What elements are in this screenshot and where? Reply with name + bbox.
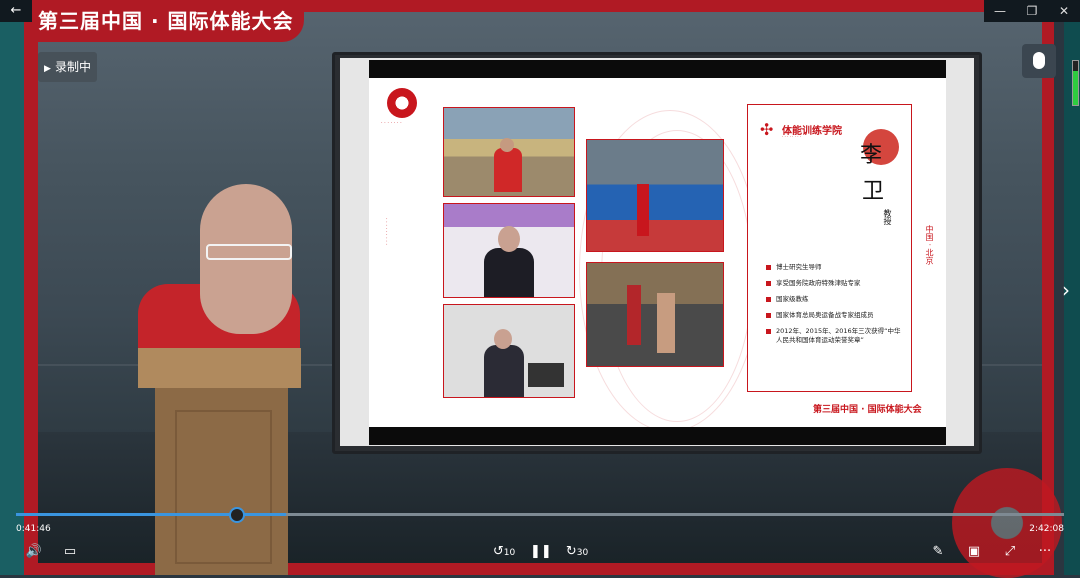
speaker-credentials: 博士研究生导师 享受国务院政府特殊津贴专家 国家级教练 国家体育总局奥运备战专家…	[766, 263, 904, 352]
left-background-strip	[0, 22, 24, 575]
photo-lecture-laptop	[443, 304, 575, 398]
miniview-icon[interactable]: ▣	[964, 542, 984, 562]
rewind-seconds: 10	[503, 548, 516, 558]
photo-strength-training	[586, 262, 724, 367]
back-button[interactable]: ←	[0, 0, 32, 22]
university-logo-icon	[387, 88, 417, 118]
university-logo-text: · · · · · · ·	[381, 120, 402, 126]
school-logo-icon: ✣	[760, 120, 774, 139]
podium-top	[138, 348, 301, 388]
seek-bar[interactable]	[16, 513, 1064, 516]
recording-label: 录制中	[54, 60, 91, 74]
presentation-slide: · · · · · · · · · · · · · · · · ✣ 体能训练学院…	[369, 78, 946, 427]
credential-item: 博士研究生导师	[766, 263, 904, 272]
pause-button[interactable]: ❚❚	[530, 542, 552, 562]
microphone-icon	[1033, 52, 1045, 69]
speaker-info-card: ✣ 体能训练学院 · · · · · · · · 李 卫 教授 中国 · 北京 …	[747, 104, 934, 392]
more-options-icon[interactable]: ···	[1034, 542, 1056, 562]
slide-letterbox-bottom	[369, 427, 946, 445]
fullscreen-icon[interactable]: ⤢	[1000, 542, 1020, 562]
minimize-button[interactable]: —	[984, 0, 1016, 22]
restore-button[interactable]: ❐	[1016, 0, 1048, 22]
speaker-name-first: 李	[860, 143, 883, 168]
photo-speaking-mic	[443, 203, 575, 298]
credential-item: 国家体育总局奥运备战专家组成员	[766, 311, 904, 320]
seek-handle[interactable]	[229, 507, 245, 523]
next-chevron-icon[interactable]: ›	[1062, 278, 1070, 302]
speaker-location: 中国 · 北京	[925, 225, 934, 265]
podium	[155, 388, 288, 575]
recording-badge: ▶ 录制中	[38, 52, 97, 82]
rewind-button[interactable]: ↺10	[492, 542, 516, 562]
credential-item: 国家级教练	[766, 295, 904, 304]
photo-sports-hall	[443, 107, 575, 197]
current-time: 0:41:46	[16, 524, 51, 534]
credential-item: 享受国务院政府特殊津贴专家	[766, 279, 904, 288]
play-triangle-icon: ▶	[44, 64, 51, 74]
school-subtitle: · · · · · · · ·	[782, 134, 802, 139]
slide-footer-title: 第三届中国 · 国际体能大会	[813, 405, 922, 415]
window-controls: — ❐ ✕	[984, 0, 1080, 22]
credential-item: 2012年、2015年、2016年三次获得“中华人民共和国体育运动荣誉奖章”	[766, 327, 904, 345]
captions-icon[interactable]: ▭	[60, 542, 80, 562]
close-button[interactable]: ✕	[1048, 0, 1080, 22]
photo-track-field	[586, 139, 724, 252]
forward-button[interactable]: ↻30	[564, 542, 590, 562]
volume-icon[interactable]: 🔊	[24, 542, 44, 562]
speaker-name-second: 卫	[862, 179, 885, 204]
vertical-decor-text: · · · · · · · · ·	[383, 218, 389, 246]
total-time: 2:42:08	[1029, 524, 1064, 534]
speaker-figure	[138, 184, 300, 364]
speaker-role: 教授	[883, 209, 892, 225]
glasses-icon	[206, 244, 292, 260]
seek-bar-played	[16, 513, 286, 516]
microphone-button[interactable]	[1022, 44, 1056, 78]
slide-letterbox-top	[369, 60, 946, 78]
audio-level-meter	[1072, 60, 1079, 106]
conference-title-banner: 第三届中国 · 国际体能大会	[24, 0, 304, 42]
forward-seconds: 30	[576, 548, 589, 558]
pen-icon[interactable]: ✎	[928, 542, 948, 562]
